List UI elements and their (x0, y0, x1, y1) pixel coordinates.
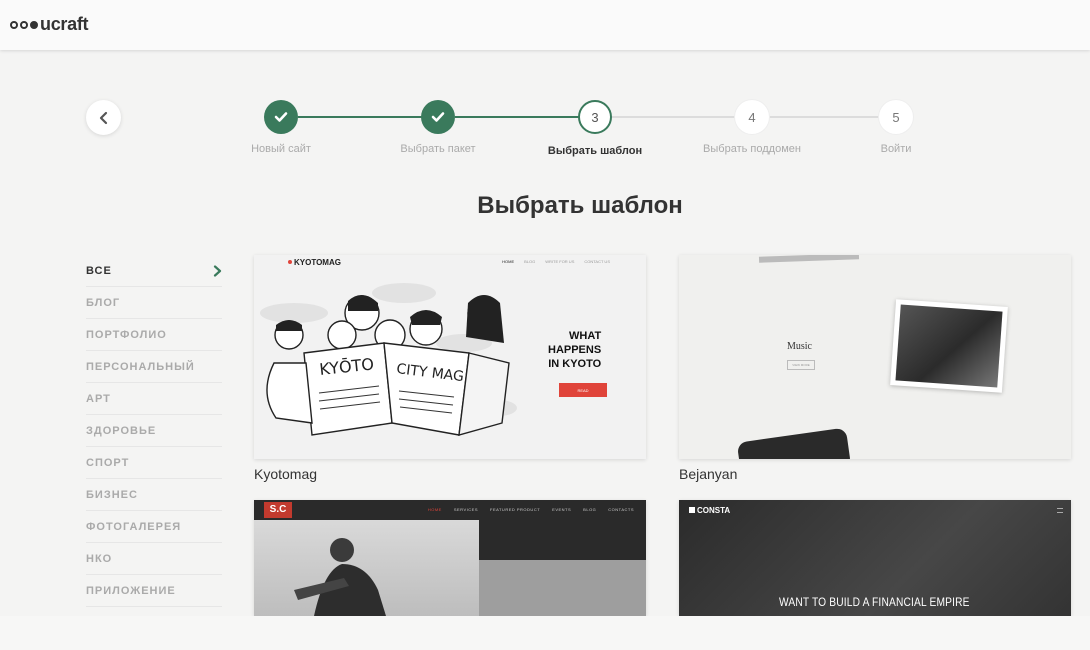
category-label: БЛОГ (86, 296, 121, 309)
step-3-label: Выбрать шаблон (547, 145, 643, 157)
decor-photo (758, 255, 860, 263)
preview-nav-link: HOME (502, 259, 515, 264)
template-card-bejanyan[interactable]: Music VIEW MORE (679, 255, 1071, 459)
step-2[interactable] (421, 100, 455, 134)
category-art[interactable]: АРТ (86, 383, 222, 415)
step-2-label: Выбрать пакет (400, 143, 476, 155)
page-title: Выбрать шаблон (477, 192, 683, 219)
category-nonprofit[interactable]: НКО (86, 543, 222, 575)
preview-nav-link: CONTACTS (608, 507, 634, 512)
logo-text: ucraft (40, 14, 89, 34)
category-sidebar: ВСЕ БЛОГ ПОРТФОЛИО ПЕРСОНАЛЬНЫЙ АРТ ЗДОР… (86, 255, 222, 607)
template-name[interactable]: Bejanyan (679, 466, 737, 482)
category-photo-gallery[interactable]: ФОТОГАЛЕРЕЯ (86, 511, 222, 543)
step-4-label: Выбрать поддомен (703, 143, 801, 155)
chevron-left-icon (99, 111, 107, 124)
step-5[interactable]: 5 (879, 100, 913, 134)
top-header: ucraft (0, 0, 1090, 50)
bottom-strip (0, 616, 1090, 650)
preview-button: VIEW MORE (787, 360, 815, 370)
category-label: БИЗНЕС (86, 488, 138, 501)
category-label: ПЕРСОНАЛЬНЫЙ (86, 360, 195, 373)
preview-heading: Music (787, 341, 812, 352)
category-app[interactable]: ПРИЛОЖЕНИЕ (86, 575, 222, 607)
preview-dark-panel (479, 520, 646, 560)
category-label: НКО (86, 552, 113, 565)
step-3[interactable]: 3 (578, 100, 612, 134)
preview-logo: S.C (264, 502, 292, 518)
preview-nav-link: CONTACT US (584, 259, 610, 264)
ucraft-logo[interactable]: ucraft (10, 14, 89, 35)
template-card-consta[interactable]: CONSTA WANT TO BUILD A FINANCIAL EMPIRE (679, 500, 1071, 616)
step-1[interactable] (264, 100, 298, 134)
preview-nav-links: HOME BLOG WRITE FOR US CONTACT US (502, 259, 610, 264)
category-sport[interactable]: СПОРТ (86, 447, 222, 479)
step-5-label: Войти (880, 143, 912, 155)
category-label: ПРИЛОЖЕНИЕ (86, 584, 176, 597)
category-all[interactable]: ВСЕ (86, 255, 222, 287)
template-name[interactable]: Kyotomag (254, 466, 317, 482)
consta-logo-icon (689, 507, 695, 513)
category-label: ПОРТФОЛИО (86, 328, 167, 341)
category-portfolio[interactable]: ПОРТФОЛИО (86, 319, 222, 351)
check-icon (274, 112, 288, 122)
template-card-sport[interactable]: S.C HOME SERVICES FEATURED PRODUCT EVENT… (254, 500, 646, 616)
preview-nav: S.C HOME SERVICES FEATURED PRODUCT EVENT… (254, 500, 646, 520)
step-4[interactable]: 4 (735, 100, 769, 134)
category-personal[interactable]: ПЕРСОНАЛЬНЫЙ (86, 351, 222, 383)
preview-nav-link: FEATURED PRODUCT (490, 507, 541, 512)
preview-photo (254, 520, 479, 616)
preview-nav-links: HOME SERVICES FEATURED PRODUCT EVENTS BL… (428, 507, 634, 512)
menu-icon (1057, 508, 1063, 513)
category-label: АРТ (86, 392, 111, 405)
preview-logo: CONSTA (689, 506, 730, 515)
step-1-label: Новый сайт (251, 143, 311, 155)
back-button[interactable] (86, 100, 121, 135)
check-icon (431, 112, 445, 122)
chevron-right-icon (213, 264, 222, 277)
template-card-kyotomag[interactable]: KYOTOMAG HOME BLOG WRITE FOR US CONTACT … (254, 255, 646, 459)
category-label: ЗДОРОВЬЕ (86, 424, 157, 437)
stepper-connector (298, 116, 422, 118)
preview-photo (890, 299, 1008, 393)
illustration-image: KYŌTO CITY MAG (260, 283, 517, 436)
stepper-connector (455, 116, 580, 118)
preview-headline: WANT TO BUILD A FINANCIAL EMPIRE (779, 595, 970, 609)
stepper-connector (612, 116, 736, 118)
category-health[interactable]: ЗДОРОВЬЕ (86, 415, 222, 447)
preview-nav-link: BLOG (524, 259, 536, 264)
decor-object (736, 427, 852, 459)
preview-nav-link: HOME (427, 507, 442, 512)
category-business[interactable]: БИЗНЕС (86, 479, 222, 511)
preview-nav-link: BLOG (583, 507, 597, 512)
preview-nav: KYOTOMAG HOME BLOG WRITE FOR US CONTACT … (254, 255, 646, 271)
category-label: СПОРТ (86, 456, 130, 469)
preview-nav-link: SERVICES (453, 507, 478, 512)
category-blog[interactable]: БЛОГ (86, 287, 222, 319)
preview-nav-link: WRITE FOR US (545, 259, 575, 264)
preview-logo: KYOTOMAG (288, 258, 341, 267)
preview-nav-link: EVENTS (552, 507, 572, 512)
category-label: ВСЕ (86, 264, 112, 277)
preview-headline: WHAT HAPPENS IN KYOTO (548, 330, 602, 370)
preview-read-button: READ (559, 383, 607, 397)
logo-dots-icon (10, 20, 38, 29)
stepper-connector (769, 116, 881, 118)
category-label: ФОТОГАЛЕРЕЯ (86, 520, 182, 533)
